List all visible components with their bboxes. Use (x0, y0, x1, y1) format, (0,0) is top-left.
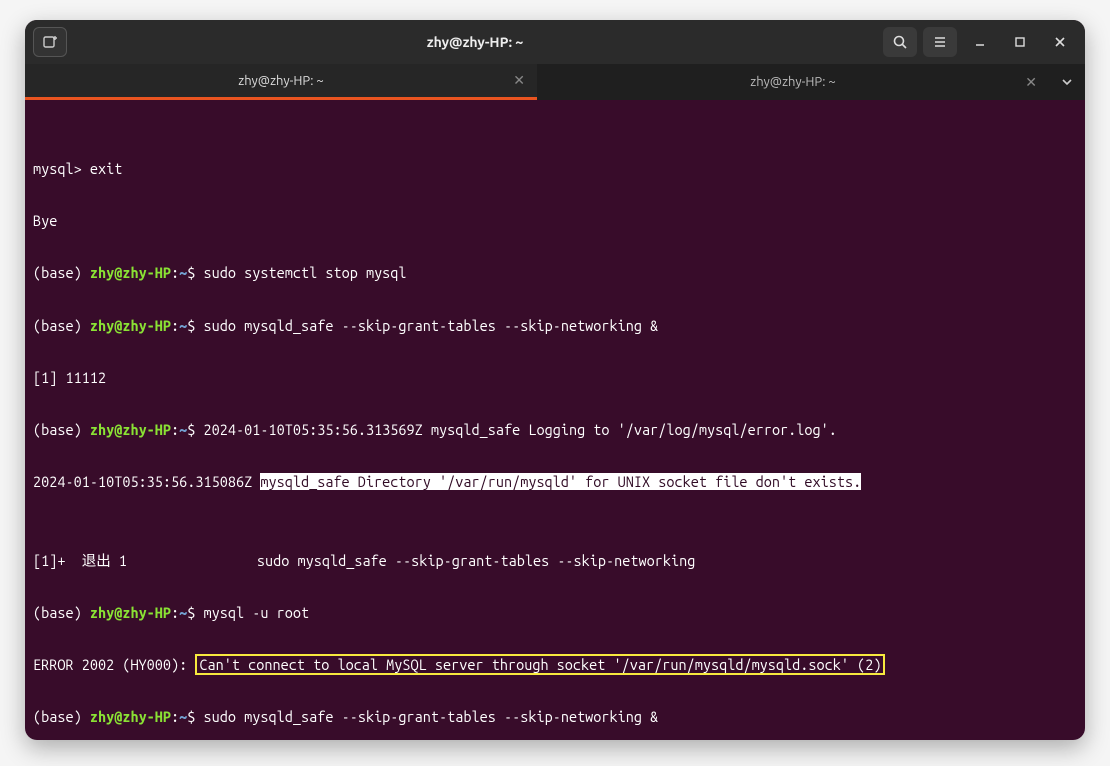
output-line: Bye (33, 208, 1077, 234)
search-icon (892, 34, 908, 50)
tab-label: zhy@zhy-HP: ~ (750, 75, 835, 89)
prompt-line: (base) zhy@zhy-HP:~$ 2024-01-10T05:35:56… (33, 417, 1077, 443)
tab-1[interactable]: zhy@zhy-HP: ~ ✕ (25, 64, 537, 100)
tab-close-button[interactable]: ✕ (1025, 74, 1037, 91)
minimize-icon (973, 35, 987, 49)
maximize-button[interactable] (1003, 27, 1037, 57)
tab-label: zhy@zhy-HP: ~ (238, 74, 323, 88)
output-line: [1] 11112 (33, 365, 1077, 391)
close-icon (1053, 35, 1067, 49)
new-tab-icon (42, 34, 58, 50)
prompt-line: (base) zhy@zhy-HP:~$ sudo mysqld_safe --… (33, 704, 1077, 730)
new-tab-button[interactable] (33, 27, 67, 57)
prompt-line: (base) zhy@zhy-HP:~$ sudo mysqld_safe --… (33, 313, 1077, 339)
terminal-window: zhy@zhy-HP: ~ zhy@zhy-HP: ~ ✕ zhy@z (25, 20, 1085, 740)
tab-close-button[interactable]: ✕ (513, 72, 525, 89)
output-line: 2024-01-10T05:35:56.315086Z mysqld_safe … (33, 469, 1077, 495)
window-title: zhy@zhy-HP: ~ (75, 34, 875, 50)
boxed-error: Can't connect to local MySQL server thro… (195, 654, 885, 675)
titlebar-right (883, 27, 1077, 57)
titlebar-left (33, 27, 67, 57)
close-button[interactable] (1043, 27, 1077, 57)
prompt-line: (base) zhy@zhy-HP:~$ mysql -u root (33, 600, 1077, 626)
hamburger-icon (932, 34, 948, 50)
terminal-output[interactable]: mysql> exit Bye (base) zhy@zhy-HP:~$ sud… (25, 100, 1085, 740)
maximize-icon (1013, 35, 1027, 49)
chevron-down-icon (1060, 75, 1074, 89)
output-line: ERROR 2002 (HY000): Can't connect to loc… (33, 652, 1077, 678)
output-line: mysql> exit (33, 156, 1077, 182)
titlebar: zhy@zhy-HP: ~ (25, 20, 1085, 64)
tab-2[interactable]: zhy@zhy-HP: ~ ✕ (537, 64, 1049, 100)
tab-bar: zhy@zhy-HP: ~ ✕ zhy@zhy-HP: ~ ✕ (25, 64, 1085, 100)
highlighted-error: mysqld_safe Directory '/var/run/mysqld' … (260, 473, 861, 490)
tabs-overflow-button[interactable] (1049, 64, 1085, 100)
prompt-line: (base) zhy@zhy-HP:~$ sudo systemctl stop… (33, 260, 1077, 286)
minimize-button[interactable] (963, 27, 997, 57)
search-button[interactable] (883, 27, 917, 57)
menu-button[interactable] (923, 27, 957, 57)
output-line: [1]+ 退出 1 sudo mysqld_safe --skip-grant-… (33, 548, 1077, 574)
